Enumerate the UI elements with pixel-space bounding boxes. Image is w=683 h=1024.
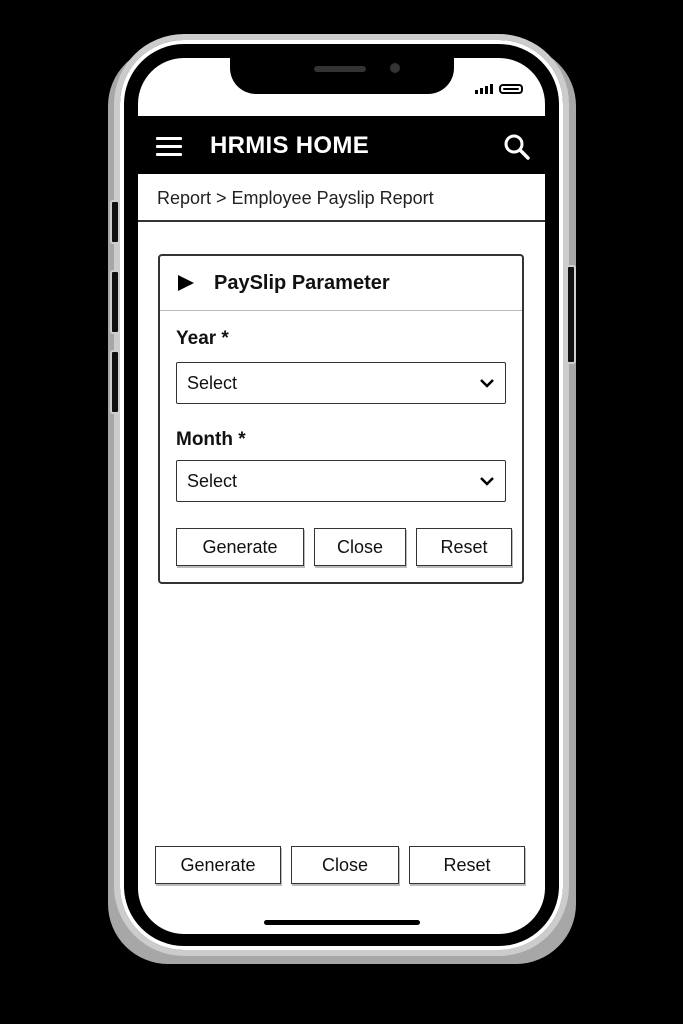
- year-select-value: Select: [187, 373, 238, 393]
- panel-header[interactable]: PaySlip Parameter: [160, 256, 522, 311]
- expand-arrow-icon[interactable]: [178, 275, 194, 291]
- side-button-right: [566, 265, 576, 364]
- month-select-value: Select: [187, 471, 238, 491]
- month-label: Month *: [176, 429, 246, 450]
- notch: [230, 58, 454, 94]
- side-button-left-3: [110, 350, 120, 414]
- breadcrumb-text: Report > Employee Payslip Report: [157, 188, 434, 208]
- footer-close-button[interactable]: Close: [291, 846, 399, 884]
- panel-close-button[interactable]: Close: [314, 528, 406, 566]
- phone-screen: HRMIS HOME Report > Employee Payslip Rep…: [138, 58, 545, 934]
- panel-title: PaySlip Parameter: [214, 272, 390, 294]
- hamburger-menu-icon[interactable]: [156, 137, 182, 157]
- signal-icon: [475, 84, 493, 94]
- battery-icon: [499, 84, 523, 94]
- footer-generate-button[interactable]: Generate: [155, 846, 281, 884]
- year-label: Year *: [176, 328, 229, 349]
- search-icon[interactable]: [503, 133, 531, 161]
- footer-reset-button[interactable]: Reset: [409, 846, 525, 884]
- year-select[interactable]: Select: [176, 362, 506, 404]
- chevron-down-icon: [480, 477, 494, 486]
- camera: [390, 63, 400, 73]
- month-select[interactable]: Select: [176, 460, 506, 502]
- panel-reset-button[interactable]: Reset: [416, 528, 512, 566]
- panel-generate-button[interactable]: Generate: [176, 528, 304, 566]
- breadcrumb: Report > Employee Payslip Report: [138, 174, 545, 222]
- side-button-left-2: [110, 270, 120, 334]
- speaker: [314, 66, 366, 72]
- header-title: HRMIS HOME: [210, 132, 369, 159]
- status-bar-right: [475, 84, 523, 94]
- side-button-left-1: [110, 200, 120, 244]
- chevron-down-icon: [480, 379, 494, 388]
- app-header: HRMIS HOME: [138, 116, 545, 174]
- payslip-parameter-panel: PaySlip Parameter Year * Select Month * …: [158, 254, 524, 584]
- home-indicator[interactable]: [264, 920, 420, 925]
